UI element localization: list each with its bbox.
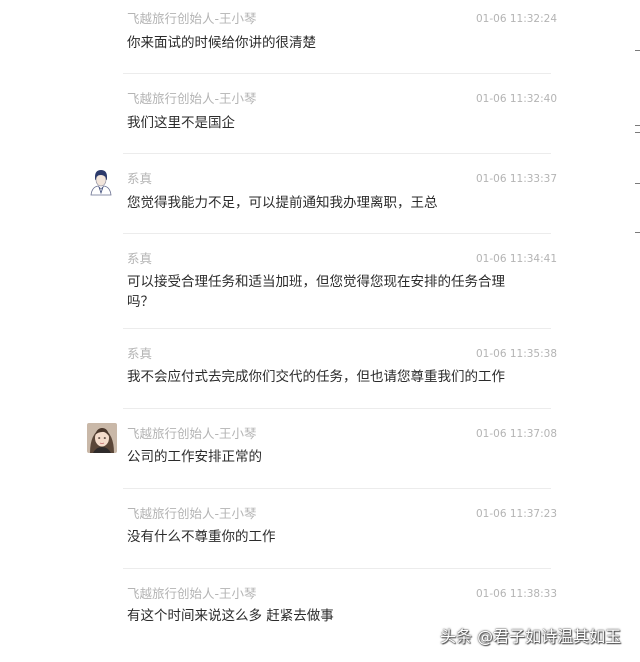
employee-avatar[interactable] [88,168,114,196]
message-text: 公司的工作安排正常的 [127,449,262,465]
message-text: 你来面试的时候给你讲的很清楚 [127,35,316,51]
edge-tick [635,232,640,233]
message-divider [123,488,551,489]
edge-tick [635,125,640,126]
sender-name: 系真 [127,346,153,361]
message-text: 可以接受合理任务和适当加班，但您觉得您现在安排的任务合理吗？ [127,274,505,310]
message-divider [123,153,551,154]
right-edge-decoration [633,0,640,662]
message-timestamp: 01-06 11:34:41 [476,253,558,265]
edge-tick [635,183,640,184]
message-divider [123,73,551,74]
message-timestamp: 01-06 11:35:38 [476,348,558,360]
sender-name: 飞越旅行创始人-王小琴 [127,91,257,106]
message-text: 有这个时间来说这么多 赶紧去做事 [127,608,334,624]
message-divider [123,408,551,409]
sender-name: 飞越旅行创始人-王小琴 [127,11,257,26]
message-divider [123,568,551,569]
chat-message-list: 飞越旅行创始人-王小琴 01-06 11:32:24 你来面试的时候给你讲的很清… [0,0,640,662]
chat-history-page: 飞越旅行创始人-王小琴 01-06 11:32:24 你来面试的时候给你讲的很清… [0,0,640,662]
profile-photo-icon [87,423,117,453]
message-text: 我不会应付式去完成你们交代的任务，但也请您尊重我们的工作 [127,369,505,385]
message-divider [123,328,551,329]
message-timestamp: 01-06 11:32:40 [476,93,558,105]
watermark-text: 头条 @君子如诗温其如玉 [440,627,622,646]
sender-name: 飞越旅行创始人-王小琴 [127,586,257,601]
message-timestamp: 01-06 11:32:24 [476,13,558,25]
edge-tick [635,132,640,133]
edge-tick [635,50,640,51]
message-text: 您觉得我能力不足，可以提前通知我办理离职，王总 [127,195,438,211]
sender-name: 系真 [127,251,153,266]
sender-name: 飞越旅行创始人-王小琴 [127,506,257,521]
message-timestamp: 01-06 11:38:33 [476,588,558,600]
message-text: 我们这里不是国企 [127,115,235,131]
message-timestamp: 01-06 11:37:08 [476,428,558,440]
message-divider [123,233,551,234]
user-silhouette-icon [90,170,112,196]
message-text: 没有什么不尊重你的工作 [127,529,276,545]
message-timestamp: 01-06 11:37:23 [476,508,558,520]
founder-photo-avatar[interactable] [87,423,117,453]
sender-name: 系真 [127,171,153,186]
sender-name: 飞越旅行创始人-王小琴 [127,426,257,441]
message-timestamp: 01-06 11:33:37 [476,173,558,185]
